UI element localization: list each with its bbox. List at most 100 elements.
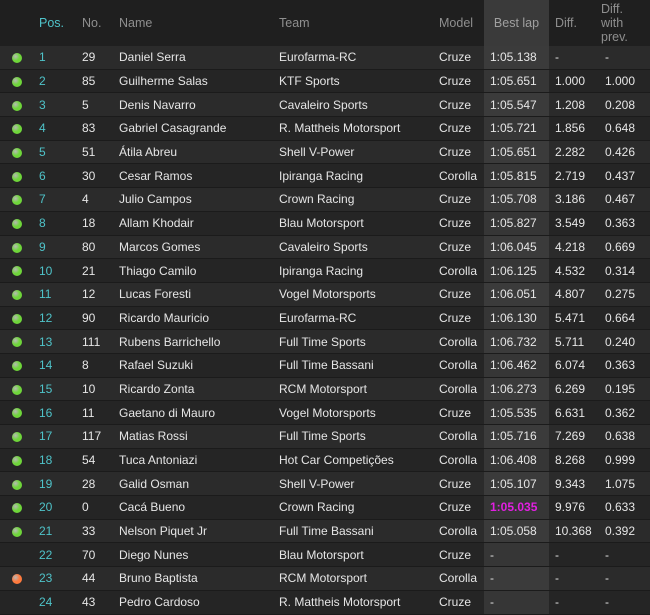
- status-running-icon: [12, 337, 22, 348]
- table-row[interactable]: 7 4 Julio Campos Crown Racing Cruze 1:05.708 3…: [0, 187, 650, 212]
- table-row[interactable]: 4 83 Gabriel Casagrande R. Mattheis Motorsp…: [0, 116, 650, 141]
- position-cell: 23: [33, 566, 76, 591]
- team-cell: Cavaleiro Sports: [273, 92, 433, 118]
- best-lap-value: 1:05.058: [490, 524, 537, 539]
- table-row[interactable]: 2 85 Guilherme Salas KTF Sports Cruze 1:05.65…: [0, 69, 650, 94]
- table-row[interactable]: 23 44 Bruno Baptista RCM Motorsport Corolla -…: [0, 566, 650, 591]
- status-cell: [0, 448, 33, 473]
- position-cell: 22: [33, 542, 76, 568]
- position-cell: 4: [33, 116, 76, 141]
- team-cell: Ipiranga Racing: [273, 258, 433, 283]
- best-lap-cell: 1:06.045: [484, 235, 549, 260]
- position-cell: 10: [33, 258, 76, 283]
- car-number-cell: 4: [76, 187, 113, 212]
- status-running-icon: [12, 53, 22, 64]
- table-row[interactable]: 16 11 Gaetano di Mauro Vogel Motorsports Cru…: [0, 400, 650, 425]
- table-row[interactable]: 3 5 Denis Navarro Cavaleiro Sports Cruze 1:05…: [0, 92, 650, 118]
- table-row[interactable]: 1 29 Daniel Serra Eurofarma-RC Cruze 1:05.138…: [0, 46, 650, 70]
- best-lap-value: 1:05.651: [490, 145, 537, 160]
- car-number-cell: 117: [76, 424, 113, 449]
- status-running-icon: [12, 195, 22, 206]
- diff-cell: 1.208: [549, 92, 599, 118]
- no-header[interactable]: No.: [76, 0, 113, 46]
- team-cell: Vogel Motorsports: [273, 282, 433, 307]
- car-number-cell: 80: [76, 235, 113, 260]
- diff-prev-header-line1: Diff.: [601, 2, 623, 16]
- best-lap-value: 1:06.130: [490, 310, 537, 325]
- diff-cell: 9.343: [549, 471, 599, 497]
- table-row[interactable]: 13 111 Rubens Barrichello Full Time Sports C…: [0, 329, 650, 354]
- diff-cell: 6.269: [549, 377, 599, 402]
- table-row[interactable]: 5 51 Átila Abreu Shell V-Power Cruze 1:05.651…: [0, 140, 650, 165]
- best-lap-cell: 1:05.035: [484, 495, 549, 520]
- driver-name-cell: Rubens Barrichello: [113, 329, 273, 354]
- diff-prev-cell: -: [599, 590, 650, 615]
- best-lap-cell: 1:06.462: [484, 353, 549, 378]
- table-row[interactable]: 21 33 Nelson Piquet Jr Full Time Bassani Cor…: [0, 519, 650, 544]
- model-cell: Corolla: [433, 329, 484, 354]
- best-lap-value: 1:05.107: [490, 476, 537, 491]
- table-row[interactable]: 14 8 Rafael Suzuki Full Time Bassani Corolla…: [0, 353, 650, 378]
- table-row[interactable]: 12 90 Ricardo Mauricio Eurofarma-RC Cruze 1:0…: [0, 306, 650, 331]
- table-row[interactable]: 22 70 Diego Nunes Blau Motorsport Cruze - - -: [0, 542, 650, 568]
- car-number-cell: 21: [76, 258, 113, 283]
- position-cell: 21: [33, 519, 76, 544]
- table-row[interactable]: 11 12 Lucas Foresti Vogel Motorsports Cruze 1…: [0, 282, 650, 307]
- team-cell: Full Time Sports: [273, 329, 433, 354]
- team-cell: KTF Sports: [273, 69, 433, 94]
- driver-name-cell: Ricardo Mauricio: [113, 306, 273, 331]
- best-lap-cell: 1:05.107: [484, 471, 549, 497]
- best-lap-cell: -: [484, 542, 549, 568]
- table-row[interactable]: 24 43 Pedro Cardoso R. Mattheis Motorsport C…: [0, 590, 650, 615]
- status-running-icon: [12, 218, 22, 229]
- table-row[interactable]: 6 30 Cesar Ramos Ipiranga Racing Corolla 1:05…: [0, 163, 650, 189]
- driver-name-cell: Bruno Baptista: [113, 566, 273, 591]
- car-number-cell: 51: [76, 140, 113, 165]
- table-row[interactable]: 10 21 Thiago Camilo Ipiranga Racing Corolla 1…: [0, 258, 650, 283]
- status-running-icon: [12, 266, 22, 277]
- best-lap-cell: 1:05.058: [484, 519, 549, 544]
- position-cell: 1: [33, 46, 76, 70]
- table-row[interactable]: 8 18 Allam Khodair Blau Motorsport Cruze 1:05…: [0, 211, 650, 236]
- diff-cell: -: [549, 590, 599, 615]
- position-cell: 14: [33, 353, 76, 378]
- status-cell: [0, 46, 33, 70]
- diff-cell: 8.268: [549, 448, 599, 473]
- driver-name-cell: Pedro Cardoso: [113, 590, 273, 615]
- diff-prev-cell: 0.314: [599, 258, 650, 283]
- table-row[interactable]: 18 54 Tuca Antoniazi Hot Car Competições Cor…: [0, 448, 650, 473]
- status-pit-icon: [12, 574, 22, 585]
- diff-cell: 2.282: [549, 140, 599, 165]
- team-cell: Hot Car Competições: [273, 448, 433, 473]
- status-cell: [0, 329, 33, 354]
- diff-header[interactable]: Diff.: [549, 0, 599, 46]
- model-cell: Cruze: [433, 471, 484, 497]
- best-lap-cell: 1:06.051: [484, 282, 549, 307]
- car-number-cell: 30: [76, 163, 113, 189]
- diff-prev-header[interactable]: Diff. with prev.: [599, 0, 650, 46]
- status-running-icon: [12, 361, 22, 372]
- model-header[interactable]: Model: [433, 0, 484, 46]
- team-cell: Cavaleiro Sports: [273, 235, 433, 260]
- team-cell: Full Time Bassani: [273, 519, 433, 544]
- table-row[interactable]: 17 117 Matias Rossi Full Time Sports Corolla…: [0, 424, 650, 449]
- pos-header[interactable]: Pos.: [33, 0, 76, 46]
- team-cell: Full Time Bassani: [273, 353, 433, 378]
- best-lap-header[interactable]: Best lap: [484, 0, 549, 46]
- best-lap-cell: 1:06.130: [484, 306, 549, 331]
- table-row[interactable]: 19 28 Galid Osman Shell V-Power Cruze 1:05.10…: [0, 471, 650, 497]
- table-row[interactable]: 15 10 Ricardo Zonta RCM Motorsport Corolla 1:…: [0, 377, 650, 402]
- diff-cell: 1.000: [549, 69, 599, 94]
- diff-prev-cell: 0.669: [599, 235, 650, 260]
- table-row[interactable]: 9 80 Marcos Gomes Cavaleiro Sports Cruze 1:06…: [0, 235, 650, 260]
- team-header[interactable]: Team: [273, 0, 433, 46]
- status-cell: [0, 542, 33, 568]
- diff-cell: 3.186: [549, 187, 599, 212]
- best-lap-cell: 1:05.716: [484, 424, 549, 449]
- best-lap-value: 1:06.273: [490, 381, 537, 396]
- table-row[interactable]: 20 0 Cacá Bueno Crown Racing Cruze 1:05.035 9.…: [0, 495, 650, 520]
- name-header[interactable]: Name: [113, 0, 273, 46]
- diff-cell: 4.218: [549, 235, 599, 260]
- status-cell: [0, 140, 33, 165]
- diff-prev-cell: 0.392: [599, 519, 650, 544]
